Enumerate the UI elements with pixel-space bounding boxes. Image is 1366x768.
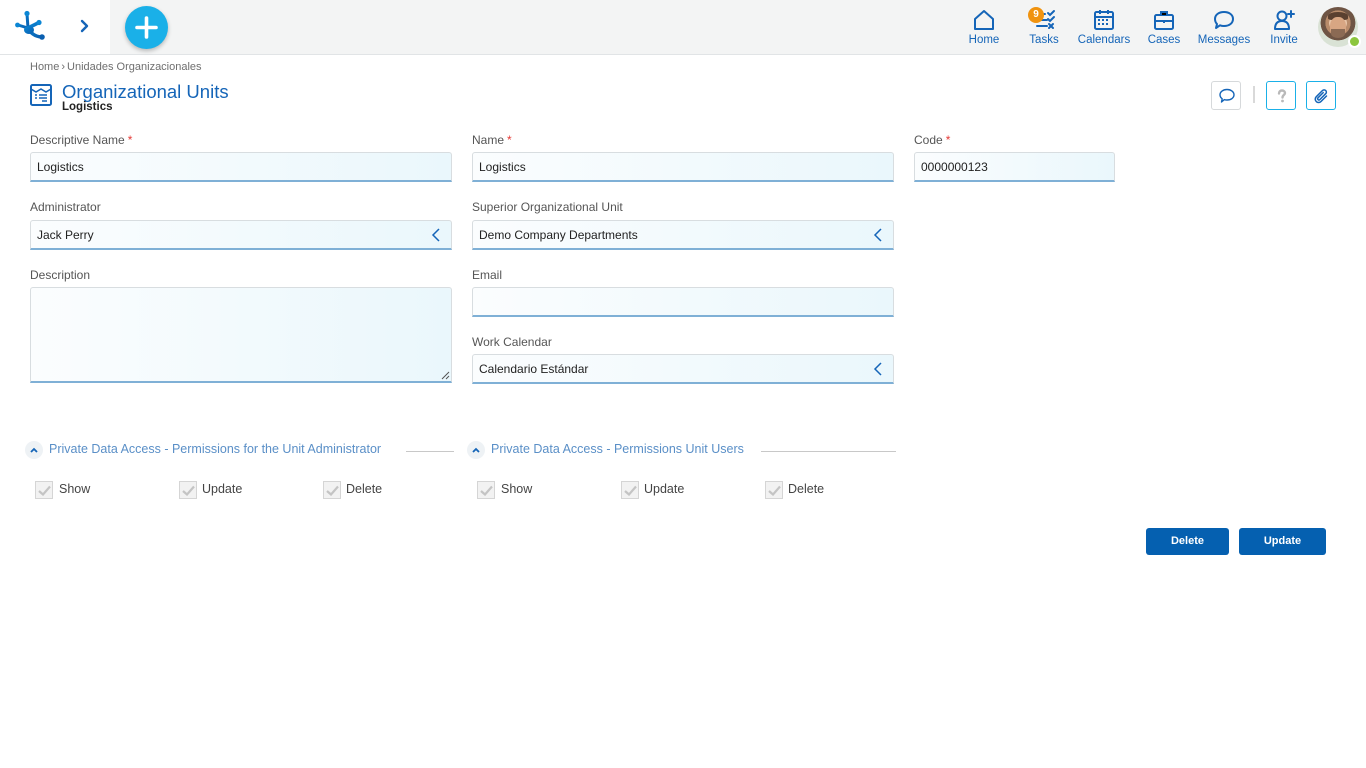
- superior-unit-lookup[interactable]: Demo Company Departments: [472, 220, 894, 250]
- chevron-left-icon[interactable]: [873, 228, 883, 242]
- delete-button[interactable]: Delete: [1146, 528, 1229, 555]
- admin-show-label: Show: [59, 482, 91, 496]
- work-calendar-value: Calendario Estándar: [479, 362, 589, 376]
- expand-sidebar-icon[interactable]: [74, 16, 94, 36]
- admin-delete-label: Delete: [346, 482, 383, 496]
- toolbar-divider: [1253, 86, 1255, 103]
- code-input[interactable]: 0000000123: [914, 152, 1115, 182]
- nav-cases-label: Cases: [1147, 34, 1181, 46]
- plus-icon: [135, 16, 158, 39]
- nav-messages[interactable]: Messages: [1194, 8, 1254, 48]
- online-status-indicator: [1348, 35, 1361, 48]
- paperclip-icon: [1314, 89, 1328, 104]
- checkmark-icon: [480, 485, 493, 496]
- update-button[interactable]: Update: [1239, 528, 1326, 555]
- breadcrumb: Home › Unidades Organizacionales: [30, 61, 202, 73]
- chevron-left-icon[interactable]: [431, 228, 441, 242]
- breadcrumb-home[interactable]: Home: [30, 61, 59, 73]
- tasks-count-badge: 9: [1028, 7, 1044, 23]
- checkmark-icon: [768, 485, 781, 496]
- admin-update-checkbox[interactable]: [179, 481, 197, 499]
- email-label: Email: [472, 268, 503, 282]
- calendar-icon: [1094, 10, 1114, 30]
- descriptive-name-label: Descriptive Name *: [30, 133, 133, 147]
- comment-icon: [1219, 88, 1235, 103]
- users-delete-checkbox[interactable]: [765, 481, 783, 499]
- checkmark-icon: [326, 485, 339, 496]
- descriptive-name-input[interactable]: Logistics: [30, 152, 452, 182]
- nav-invite-label: Invite: [1270, 34, 1298, 46]
- help-button[interactable]: [1266, 81, 1296, 110]
- name-value: Logistics: [479, 160, 526, 174]
- logo-area: [0, 0, 110, 54]
- attachments-button[interactable]: [1306, 81, 1336, 110]
- breadcrumb-organizational-units[interactable]: Unidades Organizacionales: [67, 61, 202, 73]
- nav-tasks[interactable]: 9 Tasks: [1014, 7, 1074, 48]
- question-mark-icon: [1277, 89, 1287, 103]
- nav-calendars-label: Calendars: [1077, 34, 1131, 46]
- chat-bubble-icon: [1214, 11, 1234, 29]
- section-divider: [406, 451, 454, 452]
- users-delete-label: Delete: [788, 482, 825, 496]
- add-button[interactable]: [125, 6, 168, 49]
- chevron-up-icon: [30, 447, 38, 453]
- breadcrumb-separator: ›: [61, 61, 66, 73]
- briefcase-icon: [1154, 11, 1174, 30]
- page-title: Organizational Units: [62, 81, 229, 102]
- users-show-label: Show: [501, 482, 533, 496]
- email-input[interactable]: [472, 287, 894, 317]
- users-update-checkbox[interactable]: [621, 481, 639, 499]
- nav-calendars[interactable]: Calendars: [1074, 8, 1134, 48]
- users-update-label: Update: [644, 482, 685, 496]
- administrator-label: Administrator: [30, 200, 101, 214]
- nav-home[interactable]: Home: [954, 8, 1014, 48]
- descriptive-name-value: Logistics: [37, 160, 84, 174]
- app-logo-icon[interactable]: [14, 10, 48, 42]
- home-icon: [974, 10, 994, 30]
- checkmark-icon: [38, 485, 51, 496]
- chevron-left-icon[interactable]: [873, 362, 883, 376]
- superior-unit-value: Demo Company Departments: [479, 228, 638, 242]
- page-subtitle: Logistics: [62, 101, 113, 113]
- nav-tasks-label: Tasks: [1029, 34, 1059, 46]
- chevron-up-icon: [472, 447, 480, 453]
- comments-button[interactable]: [1211, 81, 1241, 110]
- name-input[interactable]: Logistics: [472, 152, 894, 182]
- administrator-value: Jack Perry: [37, 228, 94, 242]
- admin-delete-checkbox[interactable]: [323, 481, 341, 499]
- collapse-users-permissions-toggle[interactable]: [467, 441, 485, 459]
- code-label: Code *: [914, 133, 951, 147]
- description-textarea[interactable]: [30, 287, 452, 383]
- superior-unit-label: Superior Organizational Unit: [472, 200, 623, 214]
- name-label: Name *: [472, 133, 512, 147]
- collapse-admin-permissions-toggle[interactable]: [25, 441, 43, 459]
- user-avatar[interactable]: [1318, 7, 1361, 48]
- resize-handle-icon[interactable]: [441, 371, 450, 380]
- code-value: 0000000123: [921, 160, 988, 174]
- admin-update-label: Update: [202, 482, 243, 496]
- checkmark-icon: [182, 485, 195, 496]
- description-label: Description: [30, 268, 91, 282]
- admin-permissions-section-title[interactable]: Private Data Access - Permissions for th…: [49, 442, 381, 456]
- nav-invite[interactable]: Invite: [1254, 8, 1314, 48]
- invite-user-icon: [1274, 10, 1295, 30]
- users-permissions-section-title[interactable]: Private Data Access - Permissions Unit U…: [491, 442, 744, 456]
- organizational-units-icon: [30, 84, 52, 106]
- admin-show-checkbox[interactable]: [35, 481, 53, 499]
- work-calendar-label: Work Calendar: [472, 335, 552, 349]
- nav-messages-label: Messages: [1197, 34, 1251, 46]
- nav-home-label: Home: [968, 34, 1000, 46]
- users-show-checkbox[interactable]: [477, 481, 495, 499]
- nav-cases[interactable]: Cases: [1134, 8, 1194, 48]
- work-calendar-lookup[interactable]: Calendario Estándar: [472, 354, 894, 384]
- section-divider: [761, 451, 896, 452]
- administrator-lookup[interactable]: Jack Perry: [30, 220, 452, 250]
- top-bar: Home 9 Tasks Calendars Cases Messages In…: [0, 0, 1366, 55]
- checkmark-icon: [624, 485, 637, 496]
